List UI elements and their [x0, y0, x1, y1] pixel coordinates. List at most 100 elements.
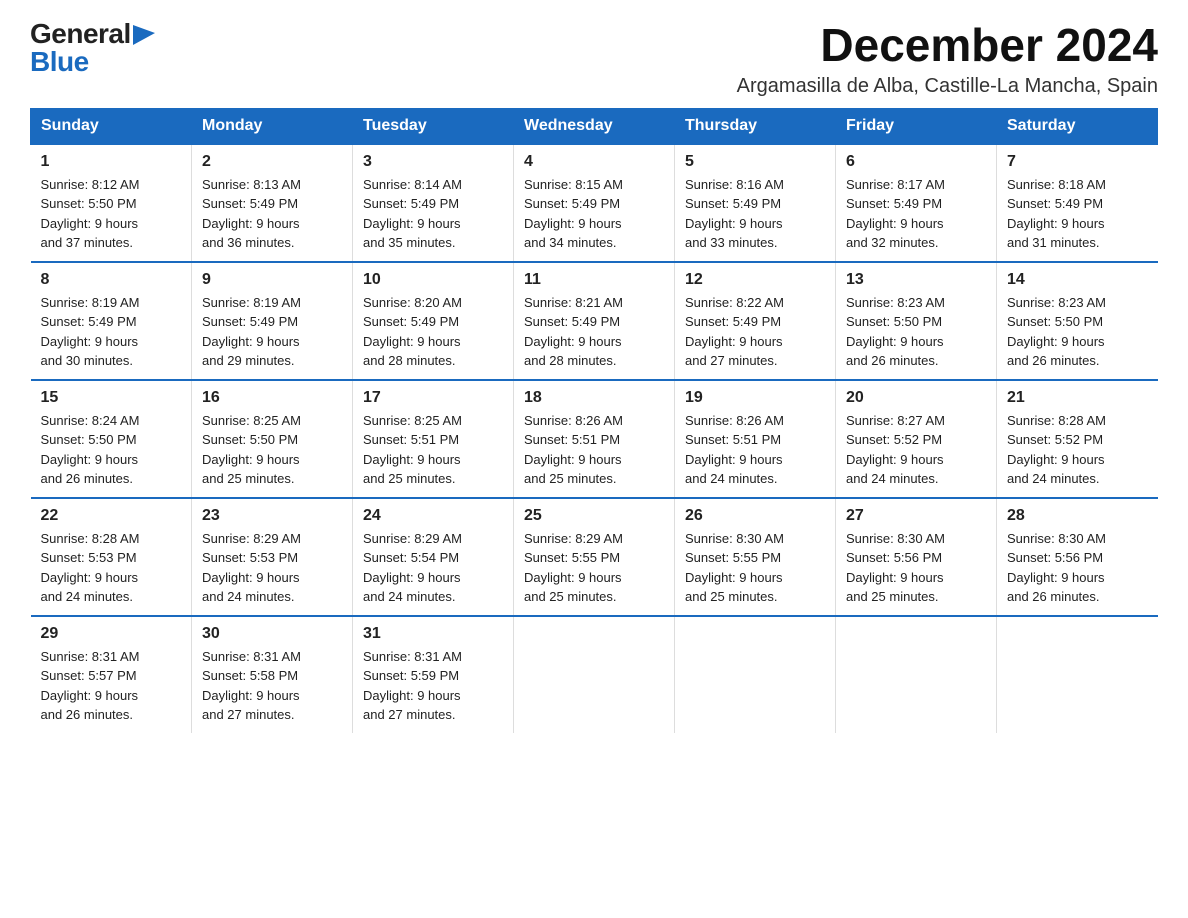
day-number: 1 [41, 153, 182, 171]
calendar-cell: 6 Sunrise: 8:17 AMSunset: 5:49 PMDaylight… [836, 144, 997, 262]
calendar-cell [514, 616, 675, 733]
col-thursday: Thursday [675, 108, 836, 144]
calendar-cell [836, 616, 997, 733]
col-friday: Friday [836, 108, 997, 144]
week-row-5: 29 Sunrise: 8:31 AMSunset: 5:57 PMDayligh… [31, 616, 1158, 733]
day-info: Sunrise: 8:23 AMSunset: 5:50 PMDaylight:… [1007, 293, 1148, 371]
calendar-cell: 3 Sunrise: 8:14 AMSunset: 5:49 PMDaylight… [353, 144, 514, 262]
calendar-cell: 23Sunrise: 8:29 AMSunset: 5:53 PMDayligh… [192, 498, 353, 616]
calendar-cell: 11Sunrise: 8:21 AMSunset: 5:49 PMDayligh… [514, 262, 675, 380]
logo: General Blue [30, 20, 155, 76]
calendar-cell [997, 616, 1158, 733]
calendar-cell: 27 Sunrise: 8:30 AMSunset: 5:56 PMDayligh… [836, 498, 997, 616]
title-block: December 2024 Argamasilla de Alba, Casti… [737, 20, 1158, 98]
week-row-4: 22 Sunrise: 8:28 AMSunset: 5:53 PMDayligh… [31, 498, 1158, 616]
day-info: Sunrise: 8:25 AMSunset: 5:50 PMDaylight:… [202, 411, 342, 489]
day-info: Sunrise: 8:28 AMSunset: 5:52 PMDaylight:… [1007, 411, 1148, 489]
day-info: Sunrise: 8:19 AMSunset: 5:49 PMDaylight:… [41, 293, 182, 371]
calendar-cell: 20 Sunrise: 8:27 AMSunset: 5:52 PMDayligh… [836, 380, 997, 498]
day-number: 6 [846, 153, 986, 171]
day-number: 4 [524, 153, 664, 171]
calendar-cell: 17 Sunrise: 8:25 AMSunset: 5:51 PMDayligh… [353, 380, 514, 498]
calendar-cell: 15 Sunrise: 8:24 AMSunset: 5:50 PMDayligh… [31, 380, 192, 498]
day-number: 8 [41, 271, 182, 289]
calendar-cell: 18 Sunrise: 8:26 AMSunset: 5:51 PMDayligh… [514, 380, 675, 498]
day-info: Sunrise: 8:22 AMSunset: 5:49 PMDaylight:… [685, 293, 825, 371]
week-row-3: 15 Sunrise: 8:24 AMSunset: 5:50 PMDayligh… [31, 380, 1158, 498]
calendar-cell: 12 Sunrise: 8:22 AMSunset: 5:49 PMDayligh… [675, 262, 836, 380]
col-monday: Monday [192, 108, 353, 144]
day-info: Sunrise: 8:20 AMSunset: 5:49 PMDaylight:… [363, 293, 503, 371]
calendar-cell: 31 Sunrise: 8:31 AMSunset: 5:59 PMDayligh… [353, 616, 514, 733]
day-info: Sunrise: 8:30 AMSunset: 5:56 PMDaylight:… [1007, 529, 1148, 607]
day-info: Sunrise: 8:31 AMSunset: 5:58 PMDaylight:… [202, 647, 342, 725]
day-info: Sunrise: 8:26 AMSunset: 5:51 PMDaylight:… [524, 411, 664, 489]
col-saturday: Saturday [997, 108, 1158, 144]
day-number: 31 [363, 625, 503, 643]
day-info: Sunrise: 8:27 AMSunset: 5:52 PMDaylight:… [846, 411, 986, 489]
location-subtitle: Argamasilla de Alba, Castille-La Mancha,… [737, 75, 1158, 98]
calendar-cell: 2 Sunrise: 8:13 AMSunset: 5:49 PMDaylight… [192, 144, 353, 262]
day-info: Sunrise: 8:25 AMSunset: 5:51 PMDaylight:… [363, 411, 503, 489]
calendar-cell: 26Sunrise: 8:30 AMSunset: 5:55 PMDayligh… [675, 498, 836, 616]
calendar-cell: 8 Sunrise: 8:19 AMSunset: 5:49 PMDaylight… [31, 262, 192, 380]
day-info: Sunrise: 8:15 AMSunset: 5:49 PMDaylight:… [524, 175, 664, 253]
calendar-table: Sunday Monday Tuesday Wednesday Thursday… [30, 108, 1158, 733]
day-number: 14 [1007, 271, 1148, 289]
day-number: 18 [524, 389, 664, 407]
calendar-cell: 9 Sunrise: 8:19 AMSunset: 5:49 PMDaylight… [192, 262, 353, 380]
calendar-cell: 21 Sunrise: 8:28 AMSunset: 5:52 PMDayligh… [997, 380, 1158, 498]
day-info: Sunrise: 8:17 AMSunset: 5:49 PMDaylight:… [846, 175, 986, 253]
day-number: 12 [685, 271, 825, 289]
day-info: Sunrise: 8:19 AMSunset: 5:49 PMDaylight:… [202, 293, 342, 371]
page-header: General Blue December 2024 Argamasilla d… [30, 20, 1158, 98]
calendar-cell: 10Sunrise: 8:20 AMSunset: 5:49 PMDayligh… [353, 262, 514, 380]
day-info: Sunrise: 8:14 AMSunset: 5:49 PMDaylight:… [363, 175, 503, 253]
day-number: 21 [1007, 389, 1148, 407]
day-number: 27 [846, 507, 986, 525]
day-number: 17 [363, 389, 503, 407]
calendar-cell: 5 Sunrise: 8:16 AMSunset: 5:49 PMDaylight… [675, 144, 836, 262]
day-info: Sunrise: 8:29 AMSunset: 5:55 PMDaylight:… [524, 529, 664, 607]
day-info: Sunrise: 8:26 AMSunset: 5:51 PMDaylight:… [685, 411, 825, 489]
day-info: Sunrise: 8:31 AMSunset: 5:59 PMDaylight:… [363, 647, 503, 725]
day-number: 9 [202, 271, 342, 289]
day-info: Sunrise: 8:30 AMSunset: 5:56 PMDaylight:… [846, 529, 986, 607]
calendar-cell: 30 Sunrise: 8:31 AMSunset: 5:58 PMDayligh… [192, 616, 353, 733]
calendar-cell: 13Sunrise: 8:23 AMSunset: 5:50 PMDayligh… [836, 262, 997, 380]
day-number: 29 [41, 625, 182, 643]
day-info: Sunrise: 8:18 AMSunset: 5:49 PMDaylight:… [1007, 175, 1148, 253]
day-number: 15 [41, 389, 182, 407]
day-number: 3 [363, 153, 503, 171]
day-number: 2 [202, 153, 342, 171]
day-info: Sunrise: 8:30 AMSunset: 5:55 PMDaylight:… [685, 529, 825, 607]
day-info: Sunrise: 8:13 AMSunset: 5:49 PMDaylight:… [202, 175, 342, 253]
calendar-cell: 29 Sunrise: 8:31 AMSunset: 5:57 PMDayligh… [31, 616, 192, 733]
week-row-1: 1 Sunrise: 8:12 AMSunset: 5:50 PMDaylight… [31, 144, 1158, 262]
day-info: Sunrise: 8:28 AMSunset: 5:53 PMDaylight:… [41, 529, 182, 607]
day-number: 19 [685, 389, 825, 407]
col-wednesday: Wednesday [514, 108, 675, 144]
calendar-cell: 22 Sunrise: 8:28 AMSunset: 5:53 PMDayligh… [31, 498, 192, 616]
calendar-cell: 1 Sunrise: 8:12 AMSunset: 5:50 PMDaylight… [31, 144, 192, 262]
logo-triangle-icon [133, 25, 155, 45]
day-number: 22 [41, 507, 182, 525]
week-row-2: 8 Sunrise: 8:19 AMSunset: 5:49 PMDaylight… [31, 262, 1158, 380]
logo-blue-text: Blue [30, 48, 89, 76]
day-info: Sunrise: 8:12 AMSunset: 5:50 PMDaylight:… [41, 175, 182, 253]
col-tuesday: Tuesday [353, 108, 514, 144]
day-info: Sunrise: 8:24 AMSunset: 5:50 PMDaylight:… [41, 411, 182, 489]
calendar-cell: 14 Sunrise: 8:23 AMSunset: 5:50 PMDayligh… [997, 262, 1158, 380]
day-info: Sunrise: 8:21 AMSunset: 5:49 PMDaylight:… [524, 293, 664, 371]
day-number: 30 [202, 625, 342, 643]
day-number: 16 [202, 389, 342, 407]
calendar-cell [675, 616, 836, 733]
day-info: Sunrise: 8:16 AMSunset: 5:49 PMDaylight:… [685, 175, 825, 253]
day-number: 25 [524, 507, 664, 525]
day-number: 24 [363, 507, 503, 525]
day-number: 20 [846, 389, 986, 407]
day-number: 5 [685, 153, 825, 171]
day-info: Sunrise: 8:29 AMSunset: 5:53 PMDaylight:… [202, 529, 342, 607]
col-sunday: Sunday [31, 108, 192, 144]
day-info: Sunrise: 8:31 AMSunset: 5:57 PMDaylight:… [41, 647, 182, 725]
